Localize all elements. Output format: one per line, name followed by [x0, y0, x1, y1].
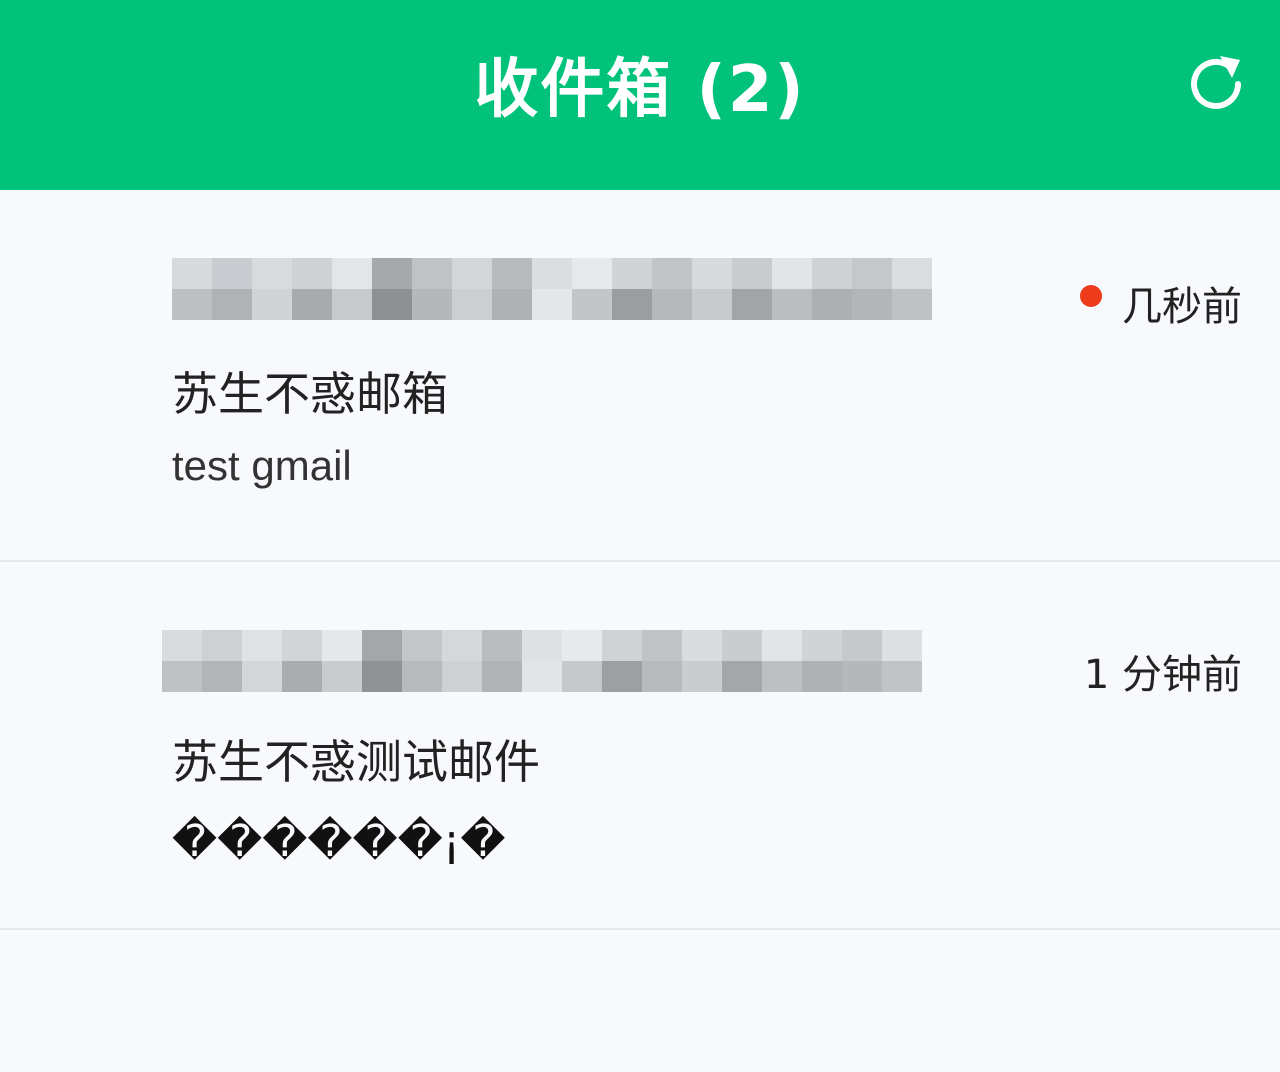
app-header: 收件箱 (2) [0, 0, 1280, 190]
message-time: 几秒前 [1122, 284, 1242, 330]
message-preview: ������¡� [172, 816, 506, 867]
page-title: 收件箱 (2) [474, 53, 806, 127]
sender-address: xiangxxxxxxxxxxxxxxxxxxxn [172, 258, 932, 320]
redaction-mosaic [162, 630, 922, 692]
unread-dot-icon [1080, 285, 1102, 307]
message-time: 1 分钟前 [1083, 652, 1242, 698]
message-subject: 苏生不惑邮箱 [172, 367, 448, 421]
message-row[interactable]: xixxxxxxxxxxxxxxxxxxxxxxl 苏生不惑测试邮件 �����… [0, 562, 1280, 930]
message-row[interactable]: xiangxxxxxxxxxxxxxxxxxxxn 苏生不惑邮箱 test gm… [0, 190, 1280, 562]
sender-address: xixxxxxxxxxxxxxxxxxxxxxxl [162, 630, 922, 692]
refresh-button[interactable] [1180, 48, 1252, 120]
refresh-icon [1191, 56, 1241, 109]
message-subject: 苏生不惑测试邮件 [172, 735, 540, 789]
redaction-mosaic [172, 258, 932, 320]
message-list: xiangxxxxxxxxxxxxxxxxxxxn 苏生不惑邮箱 test gm… [0, 190, 1280, 930]
message-preview: test gmail [172, 442, 352, 489]
